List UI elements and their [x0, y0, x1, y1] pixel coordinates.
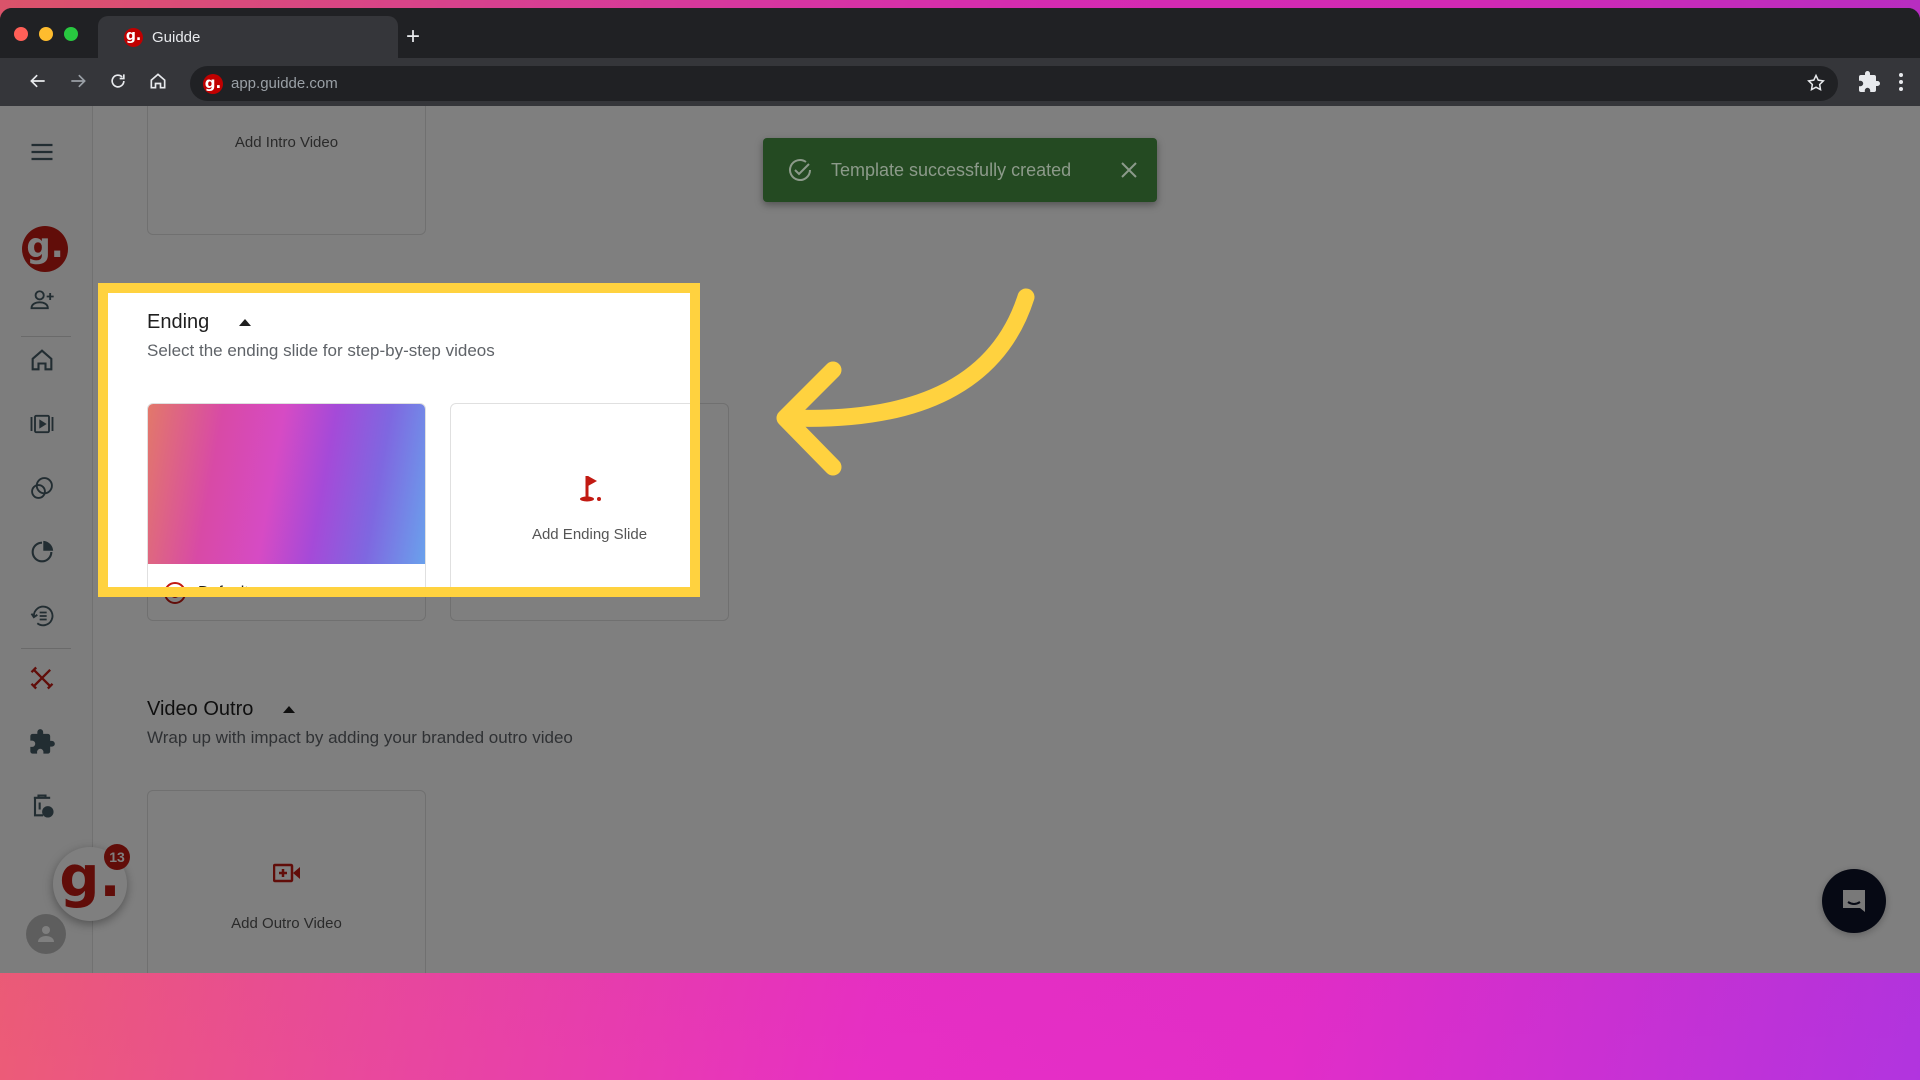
sidebar-item-integrations[interactable] [24, 724, 60, 760]
reload-icon [111, 74, 125, 88]
bookmark-star-icon[interactable] [1806, 73, 1826, 93]
person-icon [38, 926, 54, 942]
browser-tab-guidde[interactable]: g. Guidde [98, 16, 398, 58]
notification-count-badge: 13 [104, 844, 130, 870]
add-ending-slide-card[interactable]: Add Ending Slide [450, 403, 690, 587]
video-library-icon [30, 414, 54, 434]
add-intro-video-card[interactable]: Add Intro Video [147, 106, 426, 235]
collapse-caret-icon[interactable] [283, 706, 296, 713]
reload-button[interactable] [103, 66, 133, 96]
ending-default-card[interactable]: Default [147, 403, 426, 597]
sidebar-item-spaces[interactable] [24, 470, 60, 506]
add-outro-video-label: Add Outro Video [231, 915, 342, 932]
arrow-left-icon [30, 74, 45, 88]
video-add-icon [272, 863, 300, 883]
browser-toolbar: g. app.guidde.com [0, 58, 1920, 106]
browser-menu-kebab-icon[interactable] [1893, 70, 1909, 94]
ending-section-highlight: Ending Select the ending slide for step-… [98, 283, 700, 597]
url-text: app.guidde.com [231, 75, 338, 92]
home-button[interactable] [143, 66, 173, 96]
design-tools-icon [30, 666, 54, 690]
chat-bubble-icon [1843, 890, 1865, 912]
puzzle-icon [30, 729, 55, 754]
add-user-icon [30, 290, 54, 310]
history-list-icon [30, 605, 54, 627]
trash-clock-icon [33, 794, 54, 818]
back-button[interactable] [23, 66, 53, 96]
maximize-window-button[interactable] [64, 27, 78, 41]
golf-flag-icon [579, 476, 601, 502]
hamburger-menu-button[interactable] [24, 134, 60, 170]
hamburger-icon [31, 143, 53, 161]
default-ending-thumbnail [148, 404, 425, 564]
close-icon[interactable] [1119, 160, 1139, 180]
sidebar-item-home[interactable] [24, 342, 60, 378]
sidebar: g. [0, 106, 93, 973]
outro-subtitle: Wrap up with impact by adding your brand… [147, 728, 573, 747]
ending-section-title-highlighted: Ending [147, 311, 252, 334]
outro-section-title: Video Outro [147, 698, 296, 721]
ending-subtitle: Select the ending slide for step-by-step… [147, 341, 495, 360]
arrow-right-icon [71, 74, 86, 88]
support-chat-button[interactable] [1822, 869, 1886, 933]
tab-strip: g. Guidde + [0, 8, 1920, 58]
default-option-label: Default [198, 584, 249, 597]
sidebar-item-history[interactable] [24, 598, 60, 634]
sidebar-item-brand-kit[interactable] [24, 660, 60, 696]
sidebar-divider [21, 336, 71, 337]
pie-chart-icon [31, 540, 54, 563]
home-icon [150, 73, 166, 89]
outro-title: Video Outro [147, 698, 254, 720]
radio-selected-dot [170, 588, 180, 597]
toast-message: Template successfully created [831, 159, 1072, 180]
success-toast: Template successfully created [763, 138, 1157, 202]
extensions-puzzle-icon[interactable] [1857, 70, 1881, 94]
video-add-icon [272, 106, 302, 115]
check-circle-icon [789, 159, 811, 181]
collapse-caret-icon[interactable] [239, 319, 252, 326]
sidebar-item-videos[interactable] [24, 406, 60, 442]
guidde-favicon-icon: g. [124, 27, 143, 47]
add-intro-video-label: Add Intro Video [234, 134, 339, 151]
tab-title: Guidde [152, 28, 201, 46]
overlapping-circles-icon [31, 477, 53, 499]
sidebar-item-analytics[interactable] [24, 534, 60, 570]
minimize-window-button[interactable] [39, 27, 53, 41]
add-ending-slide-label: Add Ending Slide [531, 526, 648, 543]
default-radio[interactable] [164, 582, 186, 597]
invite-user-button[interactable] [24, 282, 60, 318]
sidebar-divider [21, 648, 71, 649]
add-outro-video-card[interactable]: Add Outro Video [147, 790, 426, 973]
workspace-logo[interactable]: g. [22, 226, 68, 272]
forward-button[interactable] [63, 66, 93, 96]
ending-title: Ending [147, 311, 210, 333]
home-icon [31, 349, 53, 371]
address-bar[interactable]: g. app.guidde.com [190, 66, 1838, 101]
sidebar-item-trash[interactable] [24, 788, 60, 824]
site-favicon-icon: g. [203, 73, 223, 94]
user-avatar[interactable] [26, 914, 66, 954]
close-window-button[interactable] [14, 27, 28, 41]
new-tab-button[interactable]: + [406, 25, 420, 49]
